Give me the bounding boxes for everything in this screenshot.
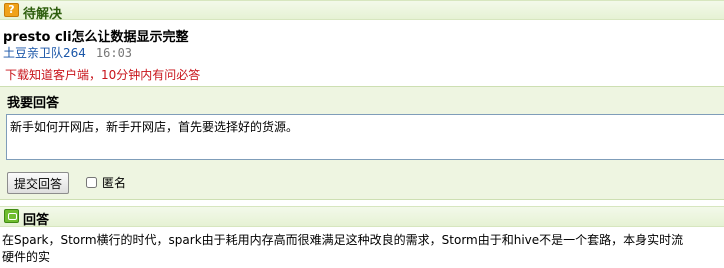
author-link[interactable]: 土豆亲卫队264 bbox=[3, 46, 86, 60]
answer-content: 在Spark，Storm横行的时代，spark由于耗用内存高而很难满足这种改良的… bbox=[2, 232, 724, 266]
answer-line-1: 在Spark，Storm横行的时代，spark由于耗用内存高而很难满足这种改良的… bbox=[2, 233, 684, 247]
question-icon: ? bbox=[4, 3, 19, 17]
anonymous-option[interactable]: 匿名 bbox=[86, 174, 126, 191]
answer-textarea[interactable]: 新手如何开网店，新手开网店，首先要选择好的货源。 bbox=[6, 114, 724, 160]
answers-heading: 回答 bbox=[23, 213, 50, 228]
answer-form-heading: 我要回答 bbox=[7, 96, 60, 111]
anonymous-checkbox[interactable] bbox=[86, 177, 97, 188]
anonymous-label: 匿名 bbox=[102, 176, 127, 190]
question-status-label: 待解决 bbox=[23, 7, 63, 22]
answer-icon bbox=[4, 209, 19, 223]
answer-form-panel: 我要回答 新手如何开网店，新手开网店，首先要选择好的货源。 提交回答 匿名 bbox=[0, 86, 724, 200]
question-time: 16:03 bbox=[95, 46, 133, 60]
answers-header-bar: 回答 bbox=[0, 206, 724, 228]
submit-answer-button[interactable]: 提交回答 bbox=[7, 172, 70, 194]
question-status-bar: ? 待解决 bbox=[0, 0, 724, 22]
promo-link[interactable]: 下载知道客户端，10分钟内有问必答 bbox=[5, 66, 200, 83]
answer-line-2: 硬件的实 bbox=[2, 250, 51, 264]
question-meta: 土豆亲卫队264 16:03 bbox=[3, 44, 132, 61]
question-title: presto cli怎么让数据显示完整 bbox=[3, 30, 189, 45]
